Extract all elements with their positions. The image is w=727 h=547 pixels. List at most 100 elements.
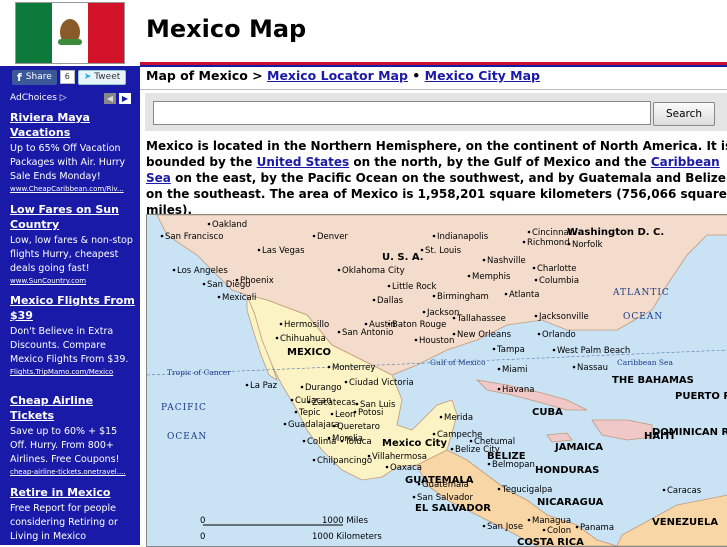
- ad-title-link[interactable]: Low Fares on Sun Country: [10, 202, 136, 232]
- ad-block[interactable]: Mexico Flights From $39 Don't Believe in…: [10, 293, 136, 377]
- city-dot-icon: [542, 528, 546, 532]
- atlantic-label: ATLANTIC: [612, 288, 670, 298]
- city-dot-icon: [527, 518, 531, 522]
- scale-km: 1000 Kilometers: [312, 532, 382, 542]
- ad-title-link[interactable]: Retire in Mexico: [10, 485, 136, 500]
- map-label-san-francisco: San Francisco: [165, 232, 223, 242]
- map-label-jackson: Jackson: [426, 308, 459, 318]
- ad-description: Up to 65% Off Vacation Packages with Air…: [10, 143, 126, 182]
- map-label-orlando: Orlando: [542, 330, 576, 340]
- city-dot-icon: [275, 336, 279, 340]
- ad-url-link[interactable]: cheap-airline-tickets.onetravel....: [10, 467, 136, 477]
- city-dot-icon: [300, 385, 304, 389]
- map-label-st-louis: St. Louis: [425, 246, 462, 256]
- ad-block[interactable]: Retire in Mexico Free Report for people …: [10, 485, 136, 544]
- ad-block[interactable]: Riviera Maya Vacations Up to 65% Off Vac…: [10, 110, 136, 194]
- ad-block[interactable]: Low Fares on Sun Country Low, low fares …: [10, 202, 136, 286]
- city-dot-icon: [332, 424, 336, 428]
- city-dot-icon: [217, 295, 221, 299]
- mexico-map-image: San Francisco Oakland Denver Indianapolis Ci…: [146, 214, 727, 547]
- map-label-phoenix: Phoenix: [240, 276, 274, 286]
- city-dot-icon: [312, 234, 316, 238]
- map-label-zacatecas: Zacatecas: [312, 398, 356, 408]
- map-label-norfolk: Norfolk: [572, 240, 603, 250]
- map-label-columbia: Columbia: [539, 276, 579, 286]
- map-label-gulf-of-mexico: Gulf of Mexico: [430, 358, 486, 367]
- map-label-new-orleans: New Orleans: [457, 330, 512, 340]
- city-dot-icon: [337, 268, 341, 272]
- map-label-chihuahua: Chihuahua: [280, 334, 326, 344]
- map-label-dominican-republic: DOMINICAN REPUBLIC: [652, 427, 727, 438]
- city-dot-icon: [469, 439, 473, 443]
- map-label-indianapolis: Indianapolis: [437, 232, 489, 242]
- city-dot-icon: [385, 465, 389, 469]
- search-button[interactable]: Search: [653, 102, 715, 126]
- city-dot-icon: [532, 266, 536, 270]
- ad-prev-button[interactable]: ◀: [104, 93, 116, 104]
- mexico-flag-logo[interactable]: [15, 2, 125, 64]
- map-label-durango: Durango: [305, 383, 342, 393]
- city-dot-icon: [327, 365, 331, 369]
- ad-description: Low, low fares & non-stop flights Hurry,…: [10, 235, 133, 274]
- ad-block[interactable]: Cheap Airline Tickets Save up to 60% + $…: [10, 393, 136, 477]
- breadcrumb: Map of Mexico > Mexico Locator Map • Mex…: [146, 68, 540, 83]
- tweet-button[interactable]: ➤ Tweet: [77, 69, 127, 85]
- map-label-mexico: MEXICO: [287, 347, 331, 358]
- city-dot-icon: [207, 222, 211, 226]
- city-dot-icon: [497, 487, 501, 491]
- ad-url-link[interactable]: www.SunCountry.com: [10, 276, 136, 286]
- map-label-little-rock: Little Rock: [392, 282, 436, 292]
- city-dot-icon: [414, 338, 418, 342]
- map-label-havana: Havana: [502, 385, 534, 395]
- jamaica: [546, 432, 573, 443]
- city-dot-icon: [482, 258, 486, 262]
- map-label-panama: Panama: [580, 523, 614, 533]
- breadcrumb-current: Map of Mexico >: [146, 68, 267, 83]
- city-dot-icon: [522, 240, 526, 244]
- map-label-tampa: Tampa: [496, 345, 525, 355]
- city-dot-icon: [504, 292, 508, 296]
- mexico-city-map-link[interactable]: Mexico City Map: [425, 68, 540, 83]
- map-label-memphis: Memphis: [472, 272, 511, 282]
- ad-url-link[interactable]: www.CheapCaribbean.com/Riv...: [10, 184, 136, 194]
- city-dot-icon: [572, 365, 576, 369]
- city-dot-icon: [283, 422, 287, 426]
- map-label-tegucigalpa: Tegucigalpa: [501, 485, 552, 495]
- ad-next-button[interactable]: ▶: [119, 93, 131, 104]
- city-dot-icon: [452, 332, 456, 336]
- ad-description: Don't Believe in Extra Discounts. Compar…: [10, 326, 129, 365]
- share-bar: f Share 6 ➤ Tweet: [12, 69, 127, 85]
- facebook-share-button[interactable]: f Share: [12, 69, 57, 85]
- city-dot-icon: [432, 294, 436, 298]
- map-label-washington-d-c-: Washington D. C.: [567, 227, 664, 238]
- search-input[interactable]: [153, 101, 651, 125]
- city-dot-icon: [432, 234, 436, 238]
- facebook-icon: f: [17, 70, 22, 84]
- city-dot-icon: [330, 412, 334, 416]
- map-label-richmond: Richmond: [527, 238, 570, 248]
- ad-title-link[interactable]: Riviera Maya Vacations: [10, 110, 136, 140]
- share-count: 6: [59, 70, 75, 84]
- map-label-los-angeles: Los Angeles: [177, 266, 228, 276]
- city-dot-icon: [245, 383, 249, 387]
- united-states-link[interactable]: United States: [257, 155, 350, 169]
- map-label-dallas: Dallas: [377, 296, 404, 306]
- map-label-managua: Managua: [532, 516, 571, 526]
- map-label-baton-rouge: Baton Rouge: [392, 320, 446, 330]
- mexico-locator-map-link[interactable]: Mexico Locator Map: [267, 68, 408, 83]
- city-dot-icon: [257, 248, 261, 252]
- pacific-label-2: OCEAN: [167, 432, 207, 442]
- map-label-puerto-rico: PUERTO RICO: [675, 391, 727, 402]
- map-label-caribbean-sea: Caribbean Sea: [617, 358, 673, 367]
- ad-title-link[interactable]: Mexico Flights From $39: [10, 293, 136, 323]
- map-label-cuba: CUBA: [532, 407, 563, 418]
- ad-url-link[interactable]: Flights.TripMamo.com/Mexico: [10, 367, 136, 377]
- city-dot-icon: [417, 482, 421, 486]
- page-title: Mexico Map: [146, 15, 307, 43]
- ad-title-link[interactable]: Cheap Airline Tickets: [10, 393, 136, 423]
- left-column: f Share 6 ➤ Tweet AdChoices ▷ ◀ ▶ Rivier…: [0, 0, 140, 545]
- map-label-miami: Miami: [502, 365, 528, 375]
- map-label-villahermosa: Villahermosa: [372, 452, 427, 462]
- adchoices-label[interactable]: AdChoices ▷: [10, 93, 67, 103]
- city-dot-icon: [452, 316, 456, 320]
